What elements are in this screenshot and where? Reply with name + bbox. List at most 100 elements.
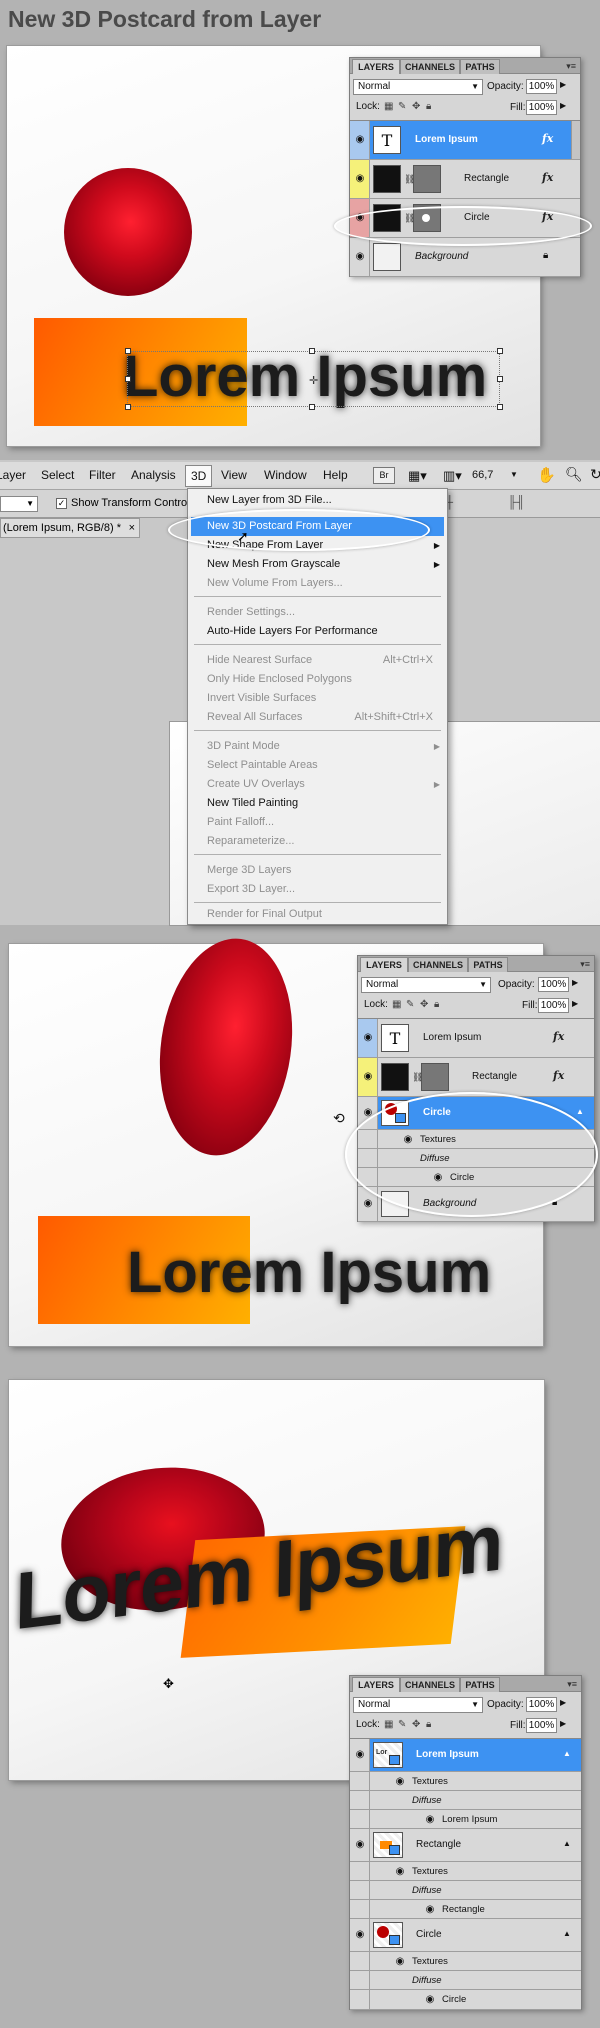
layer-row-lorem-ipsum[interactable]: ◉ T Lorem Ipsum fx <box>350 121 580 160</box>
layer-row-circle[interactable]: ◉ Circle ▲ <box>350 1919 581 1952</box>
menu-item-render-for-final-output[interactable]: Render for Final Output <box>188 905 447 924</box>
layer-row-rectangle[interactable]: ◉ Rectangle ▲ <box>350 1829 581 1862</box>
visibility-toggle[interactable]: ◉ <box>350 238 370 276</box>
eye-icon[interactable]: ◉ <box>424 1995 436 2005</box>
textures-row[interactable]: ◉ Textures <box>350 1862 581 1881</box>
tab-layers[interactable]: LAYERS <box>352 59 400 74</box>
layer-name[interactable]: Lorem Ipsum <box>416 1749 479 1760</box>
opacity-field[interactable]: 100% <box>538 977 569 992</box>
blend-mode-select[interactable]: Normal ▼ <box>353 1697 483 1713</box>
lock-transparent-icon[interactable]: ▦ <box>384 1719 393 1730</box>
tool-preset-dropdown[interactable]: ▼ <box>0 496 38 512</box>
eye-icon[interactable]: ◉ <box>394 1777 406 1787</box>
layer-name[interactable]: Rectangle <box>416 1839 461 1850</box>
lock-brush-icon[interactable]: ✎ <box>406 999 414 1010</box>
menu-item-only-hide-enclosed-polygons[interactable]: Only Hide Enclosed Polygons <box>188 670 447 689</box>
fill-arrow-icon[interactable]: ▶ <box>572 999 578 1008</box>
rotate-view-icon[interactable]: ↻ <box>590 466 600 483</box>
texture-item-row[interactable]: ◉ Rectangle <box>350 1900 581 1919</box>
texture-item-row[interactable]: ◉ Circle <box>350 1990 581 2010</box>
lock-transparent-icon[interactable]: ▦ <box>384 101 393 112</box>
show-transform-checkbox[interactable]: ✓ <box>56 498 67 509</box>
view-extras-icon[interactable]: ▦▾ <box>408 468 427 484</box>
tab-layers[interactable]: LAYERS <box>360 957 408 972</box>
diffuse-row[interactable]: Diffuse <box>350 1971 581 1990</box>
close-icon[interactable]: × <box>129 519 135 537</box>
menu-analysis[interactable]: Analysis <box>131 468 176 482</box>
transform-handle[interactable] <box>497 376 503 382</box>
blend-mode-select[interactable]: Normal ▼ <box>353 79 483 95</box>
fill-field[interactable]: 100% <box>526 100 557 115</box>
layer-name[interactable]: Lorem Ipsum <box>415 134 478 145</box>
menu-item-paint-falloff[interactable]: Paint Falloff... <box>188 813 447 832</box>
menu-item-new-layer-from-3d-file[interactable]: New Layer from 3D File... <box>188 491 447 510</box>
layer-name[interactable]: Rectangle <box>464 173 509 184</box>
tab-layers[interactable]: LAYERS <box>352 1677 400 1692</box>
texture-item-row[interactable]: ◉ Lorem Ipsum <box>350 1810 581 1829</box>
layer-name[interactable]: Circle <box>416 1929 442 1940</box>
eye-icon[interactable]: ◉ <box>394 1957 406 1967</box>
menu-item-new-tiled-painting[interactable]: New Tiled Painting <box>188 794 447 813</box>
fill-field[interactable]: 100% <box>526 1718 557 1733</box>
bridge-icon[interactable]: Br <box>373 467 395 484</box>
menu-item-create-uv-overlays[interactable]: Create UV Overlays ▶ <box>188 775 447 794</box>
menu-layer[interactable]: Layer <box>0 468 26 482</box>
document-tab[interactable]: (Lorem Ipsum, RGB/8) * × <box>0 518 140 538</box>
transform-handle[interactable] <box>125 348 131 354</box>
eye-icon[interactable]: ◉ <box>394 1867 406 1877</box>
visibility-toggle[interactable]: ◉ <box>350 1919 370 1951</box>
lock-all-icon[interactable]: 🔒︎ <box>426 101 431 112</box>
menu-item-invert-visible-surfaces[interactable]: Invert Visible Surfaces <box>188 689 447 708</box>
panel-menu-icon[interactable]: ▾≡ <box>567 1679 577 1690</box>
visibility-toggle[interactable]: ◉ <box>350 1739 370 1771</box>
panel-menu-icon[interactable]: ▾≡ <box>580 959 590 970</box>
opacity-arrow-icon[interactable]: ▶ <box>560 80 566 89</box>
visibility-toggle[interactable]: ◉ <box>358 1058 378 1096</box>
scroll-strip[interactable] <box>571 121 580 159</box>
visibility-toggle[interactable]: ◉ <box>350 121 370 159</box>
menu-item-hide-nearest-surface[interactable]: Hide Nearest Surface Alt+Ctrl+X <box>188 651 447 670</box>
collapse-arrow-icon[interactable]: ▲ <box>563 1839 571 1848</box>
layer-row-rectangle[interactable]: ◉ ⛓ Rectangle fx <box>350 160 580 199</box>
layer-name[interactable]: Rectangle <box>472 1071 517 1082</box>
lock-brush-icon[interactable]: ✎ <box>398 1719 406 1730</box>
hand-tool-icon[interactable]: ✋ <box>537 466 556 484</box>
lock-move-icon[interactable]: ✥ <box>412 101 420 112</box>
collapse-arrow-icon[interactable]: ▲ <box>576 1107 584 1116</box>
opacity-field[interactable]: 100% <box>526 1697 557 1712</box>
collapse-arrow-icon[interactable]: ▲ <box>563 1929 571 1938</box>
layer-row-lorem-ipsum[interactable]: ◉ Lor Lorem Ipsum ▲ <box>350 1739 581 1772</box>
lock-brush-icon[interactable]: ✎ <box>398 101 406 112</box>
textures-row[interactable]: ◉ Textures <box>350 1952 581 1971</box>
transform-handle[interactable] <box>125 376 131 382</box>
menu-item-reveal-all-surfaces[interactable]: Reveal All Surfaces Alt+Shift+Ctrl+X <box>188 708 447 727</box>
tab-paths[interactable]: PATHS <box>460 1677 500 1692</box>
layer-name[interactable]: Lorem Ipsum <box>423 1032 481 1043</box>
menu-item-auto-hide-layers[interactable]: Auto-Hide Layers For Performance <box>188 622 447 641</box>
menu-item-new-mesh-from-grayscale[interactable]: New Mesh From Grayscale ▶ <box>188 555 447 574</box>
menu-select[interactable]: Select <box>41 468 74 482</box>
opacity-arrow-icon[interactable]: ▶ <box>572 978 578 987</box>
fill-arrow-icon[interactable]: ▶ <box>560 1719 566 1728</box>
eye-icon[interactable]: ◉ <box>424 1815 436 1825</box>
diffuse-row[interactable]: Diffuse <box>350 1791 581 1810</box>
menu-item-new-volume-from-layers[interactable]: New Volume From Layers... <box>188 574 447 593</box>
transform-handle[interactable] <box>497 404 503 410</box>
menu-help[interactable]: Help <box>323 468 348 482</box>
tab-channels[interactable]: CHANNELS <box>400 1677 460 1692</box>
tab-paths[interactable]: PATHS <box>468 957 508 972</box>
tab-paths[interactable]: PATHS <box>460 59 500 74</box>
menu-item-render-settings[interactable]: Render Settings... <box>188 603 447 622</box>
collapse-arrow-icon[interactable]: ▲ <box>563 1749 571 1758</box>
menu-item-reparameterize[interactable]: Reparameterize... <box>188 832 447 851</box>
menu-filter[interactable]: Filter <box>89 468 116 482</box>
zoom-level[interactable]: 66,7 <box>472 469 493 481</box>
eye-icon[interactable]: ◉ <box>424 1905 436 1915</box>
tab-channels[interactable]: CHANNELS <box>400 59 460 74</box>
opacity-arrow-icon[interactable]: ▶ <box>560 1698 566 1707</box>
opacity-field[interactable]: 100% <box>526 79 557 94</box>
transform-handle[interactable] <box>497 348 503 354</box>
arrange-icon[interactable]: ▥▾ <box>443 468 462 484</box>
menu-view[interactable]: View <box>221 468 247 482</box>
menu-item-3d-paint-mode[interactable]: 3D Paint Mode ▶ <box>188 737 447 756</box>
